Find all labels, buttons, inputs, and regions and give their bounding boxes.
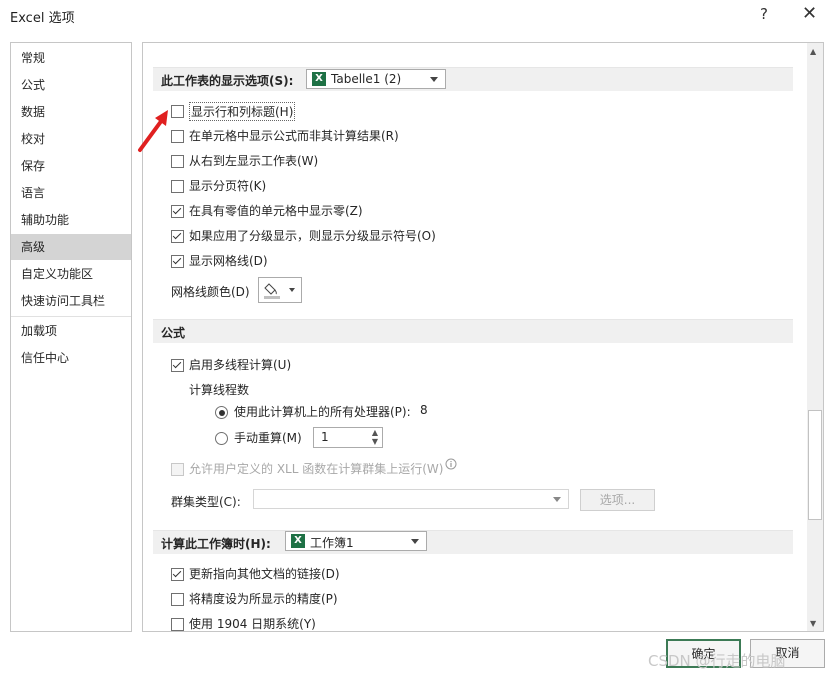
multithread-checkbox[interactable] <box>171 359 184 372</box>
xll-cluster-checkbox[interactable] <box>171 463 184 476</box>
thread-count-label: 计算线程数 <box>189 383 250 397</box>
scroll-up-icon[interactable]: ▲ <box>810 47 816 56</box>
nav-item-customize-ribbon[interactable]: 自定义功能区 <box>11 261 131 287</box>
processor-count: 8 <box>420 403 428 417</box>
spinner-up-icon[interactable]: ▲ <box>372 428 378 437</box>
cluster-options-button[interactable]: 选项... <box>580 489 655 511</box>
thread-count-value: 1 <box>321 430 329 444</box>
page-breaks-checkbox[interactable] <box>171 180 184 193</box>
multithread-label[interactable]: 启用多线程计算(U) <box>189 356 291 373</box>
outline-symbols-label[interactable]: 如果应用了分级显示，则显示分级显示符号(O) <box>189 227 436 244</box>
show-zero-label[interactable]: 在具有零值的单元格中显示零(Z) <box>189 202 363 219</box>
workbook-select-value: 工作簿1 <box>310 536 354 550</box>
advanced-options-panel: 此工作表的显示选项(S): X Tabelle1 (2) 显示行和列标题(H) … <box>142 42 824 632</box>
workbook-calc-label: 计算此工作簿时(H): <box>161 537 271 551</box>
precision-as-displayed-label[interactable]: 将精度设为所显示的精度(P) <box>189 590 338 607</box>
nav-divider <box>11 316 131 317</box>
workbook-calc-section-header: 计算此工作簿时(H): <box>153 530 793 554</box>
nav-item-trust-center[interactable]: 信任中心 <box>11 345 131 371</box>
chevron-down-icon <box>553 497 561 502</box>
spinner-down-icon[interactable]: ▼ <box>372 437 378 446</box>
manual-threads-label[interactable]: 手动重算(M) <box>234 429 302 446</box>
gridline-color-label: 网格线颜色(D) <box>171 285 250 299</box>
precision-as-displayed-checkbox[interactable] <box>171 593 184 606</box>
formulas-section-label: 公式 <box>161 326 186 340</box>
right-to-left-label[interactable]: 从右到左显示工作表(W) <box>189 152 318 169</box>
excel-sheet-icon: X <box>312 72 326 86</box>
excel-workbook-icon: X <box>291 534 305 548</box>
gridlines-label[interactable]: 显示网格线(D) <box>189 252 268 269</box>
thread-count-spinner[interactable]: 1 ▲ ▼ <box>313 427 383 448</box>
options-nav: 常规 公式 数据 校对 保存 语言 辅助功能 高级 自定义功能区 快速访问工具栏… <box>10 42 132 632</box>
panel-scrollbar[interactable] <box>807 43 823 631</box>
outline-symbols-checkbox[interactable] <box>171 230 184 243</box>
gridline-color-button[interactable] <box>258 277 302 303</box>
show-formulas-label[interactable]: 在单元格中显示公式而非其计算结果(R) <box>189 127 399 144</box>
nav-item-accessibility[interactable]: 辅助功能 <box>11 207 131 233</box>
nav-item-language[interactable]: 语言 <box>11 180 131 206</box>
update-links-checkbox[interactable] <box>171 568 184 581</box>
nav-item-advanced[interactable]: 高级 <box>11 234 131 260</box>
xll-cluster-label: 允许用户定义的 XLL 函数在计算群集上运行(W) <box>189 462 444 476</box>
nav-item-general[interactable]: 常规 <box>11 45 131 71</box>
nav-item-save[interactable]: 保存 <box>11 153 131 179</box>
sheet-display-label: 此工作表的显示选项(S): <box>161 74 294 88</box>
sheet-select-value: Tabelle1 (2) <box>331 72 402 86</box>
gridlines-checkbox[interactable] <box>171 255 184 268</box>
nav-item-quick-access-toolbar[interactable]: 快速访问工具栏 <box>11 288 131 314</box>
chevron-down-icon <box>411 539 419 544</box>
watermark: CSDN @行走的电脑 <box>648 652 786 670</box>
formulas-section-header: 公式 <box>153 319 793 343</box>
chevron-down-icon <box>430 77 438 82</box>
sheet-display-section-header: 此工作表的显示选项(S): <box>153 67 793 91</box>
use-all-processors-radio[interactable] <box>215 406 228 419</box>
workbook-select[interactable]: X 工作簿1 <box>285 531 427 551</box>
date-1904-label[interactable]: 使用 1904 日期系统(Y) <box>189 615 316 631</box>
show-zero-checkbox[interactable] <box>171 205 184 218</box>
close-button[interactable]: ✕ <box>802 3 817 24</box>
help-button[interactable]: ? <box>760 5 768 23</box>
page-breaks-label[interactable]: 显示分页符(K) <box>189 177 266 194</box>
red-arrow-annotation <box>138 110 168 152</box>
window-title: Excel 选项 <box>10 11 75 26</box>
date-1904-checkbox[interactable] <box>171 618 184 631</box>
use-all-processors-label[interactable]: 使用此计算机上的所有处理器(P): <box>234 403 411 420</box>
sheet-select[interactable]: X Tabelle1 (2) <box>306 69 446 89</box>
nav-item-proofing[interactable]: 校对 <box>11 126 131 152</box>
nav-item-addins[interactable]: 加载项 <box>11 318 131 344</box>
update-links-label[interactable]: 更新指向其他文档的链接(D) <box>189 565 340 582</box>
show-row-col-headers-label[interactable]: 显示行和列标题(H) <box>189 102 296 121</box>
right-to-left-checkbox[interactable] <box>171 155 184 168</box>
nav-item-data[interactable]: 数据 <box>11 99 131 125</box>
cluster-type-label: 群集类型(C): <box>171 495 241 509</box>
nav-item-formulas[interactable]: 公式 <box>11 72 131 98</box>
info-icon <box>445 458 457 470</box>
cluster-type-select[interactable] <box>253 489 569 509</box>
scrollbar-thumb[interactable] <box>808 410 822 520</box>
paint-bucket-icon <box>264 283 295 299</box>
scroll-down-icon[interactable]: ▼ <box>810 619 816 628</box>
manual-threads-radio[interactable] <box>215 432 228 445</box>
